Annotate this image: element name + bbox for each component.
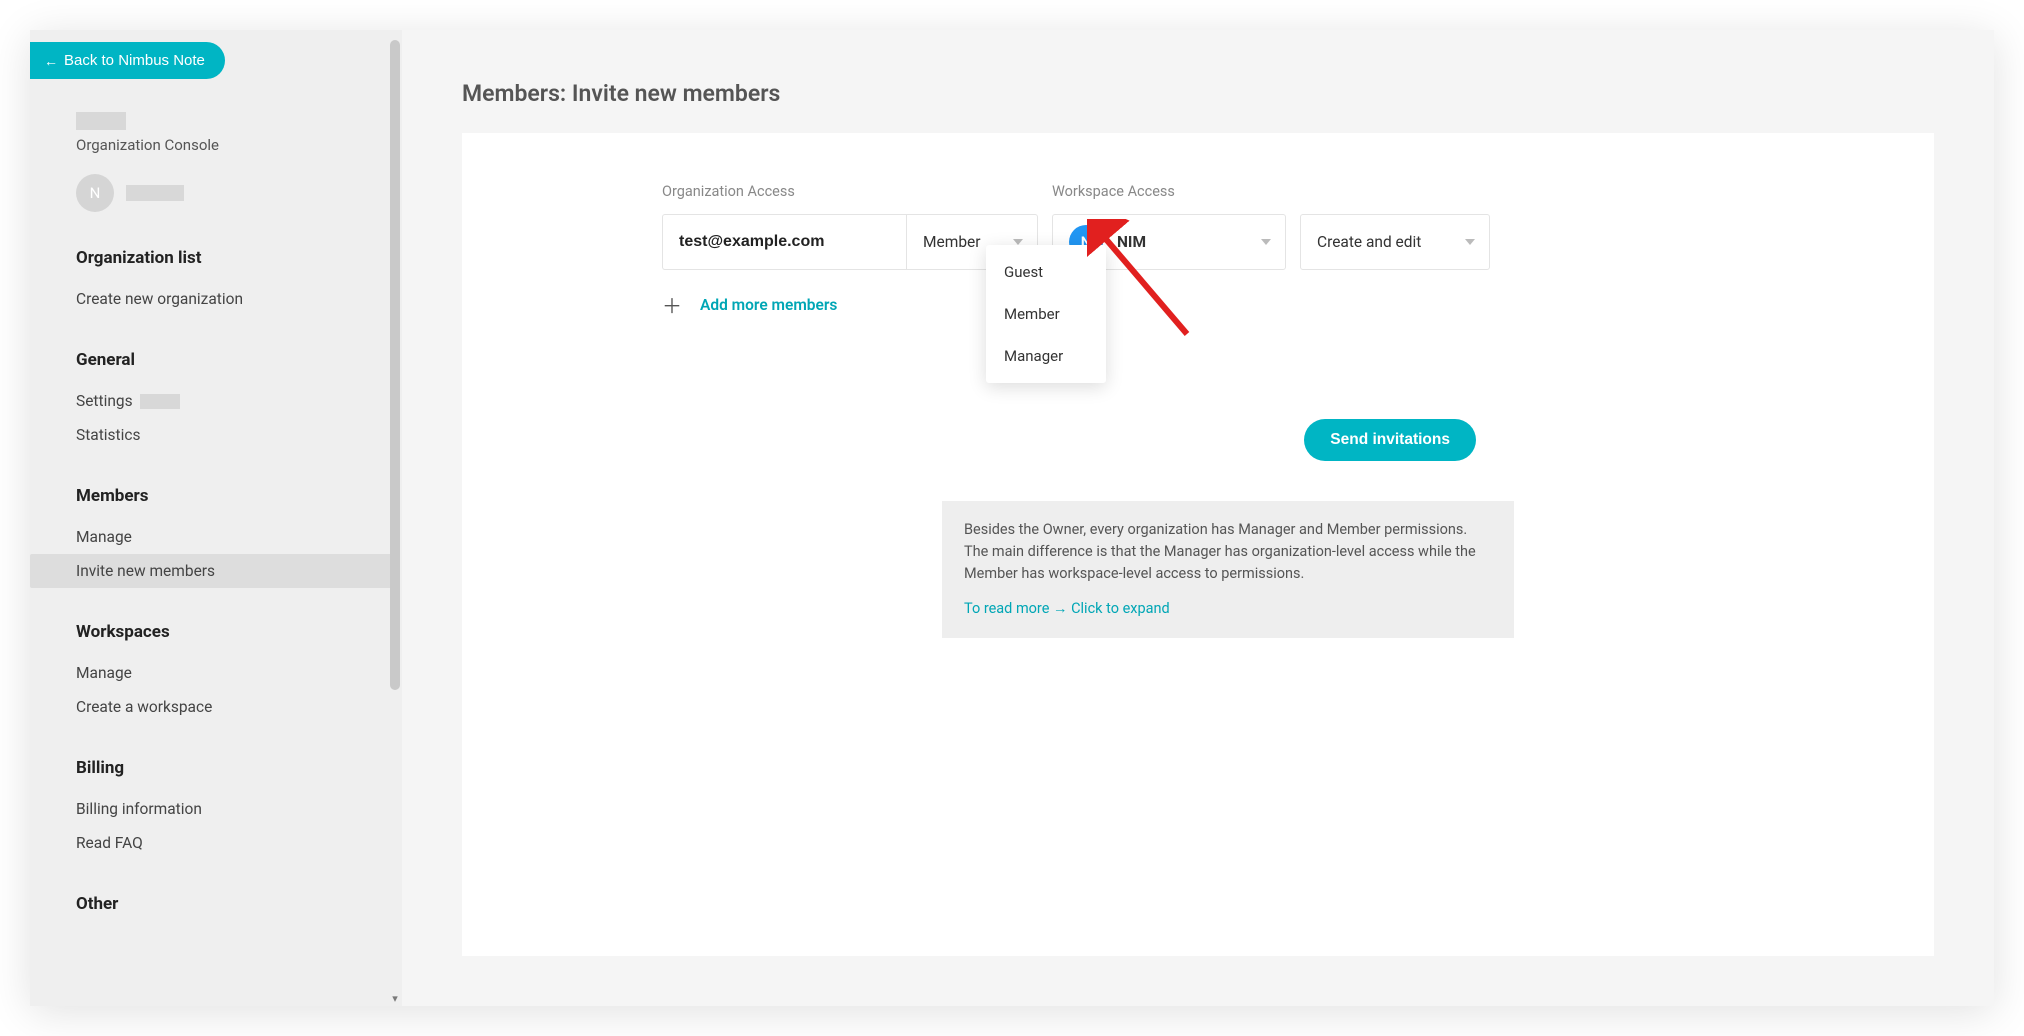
scrollbar-down-icon[interactable]: ▾ [390, 992, 400, 1002]
nav-section-workspaces: Workspaces Manage Create a workspace [76, 616, 402, 724]
nav-item-invite-members[interactable]: Invite new members [30, 554, 394, 588]
email-input[interactable] [662, 214, 906, 270]
org-block: Organization Console [76, 110, 402, 154]
arrow-left-icon: ← [44, 53, 58, 69]
nav-section-organization: Organization list Create new organizatio… [76, 242, 402, 316]
plus-icon: ＋ [662, 290, 682, 319]
org-access-column: Organization Access Member [662, 183, 1038, 270]
send-button-row: Send invitations [662, 419, 1476, 461]
ws-access-label: Workspace Access [1052, 183, 1490, 200]
nav-heading: Organization list [76, 242, 402, 274]
invite-card: Organization Access Member Workspace Acc… [462, 133, 1934, 956]
nav-item-create-workspace[interactable]: Create a workspace [72, 690, 368, 724]
permission-dropdown[interactable]: Create and edit [1300, 214, 1490, 270]
nav-item-billing-info[interactable]: Billing information [72, 792, 368, 826]
scrollbar-thumb[interactable] [390, 40, 400, 690]
app-window: ← Back to Nimbus Note Organization Conso… [30, 30, 1994, 1006]
add-more-members-button[interactable]: ＋ Add more members [662, 290, 1874, 319]
nav-section-billing: Billing Billing information Read FAQ [76, 752, 402, 860]
send-invitations-button[interactable]: Send invitations [1304, 419, 1476, 461]
user-block[interactable]: N [76, 174, 402, 212]
nav-heading: General [76, 344, 402, 376]
role-dropdown-menu: Guest Member Manager [986, 245, 1106, 383]
nav-item-label: Settings [76, 392, 133, 410]
nav-section-members: Members Manage Invite new members [76, 480, 402, 588]
page-title: Members: Invite new members [462, 80, 1934, 107]
chevron-down-icon [1465, 239, 1475, 245]
nav-item-read-faq[interactable]: Read FAQ [72, 826, 368, 860]
nav-section-other: Other [76, 888, 402, 920]
role-option-guest[interactable]: Guest [986, 251, 1106, 293]
chevron-down-icon [1261, 239, 1271, 245]
nav-heading: Billing [76, 752, 402, 784]
role-option-manager[interactable]: Manager [986, 335, 1106, 377]
sidebar: Organization Console N Organization list… [30, 30, 402, 1006]
nav-item-settings[interactable]: Settings [72, 384, 368, 418]
role-option-member[interactable]: Member [986, 293, 1106, 335]
invite-form-row: Organization Access Member Workspace Acc… [662, 183, 1874, 270]
nav-item-statistics[interactable]: Statistics [72, 418, 368, 452]
ws-access-column: Workspace Access N NIM Create and edit [1052, 183, 1490, 270]
org-access-label: Organization Access [662, 183, 1038, 200]
info-text: Besides the Owner, every organization ha… [964, 519, 1492, 584]
permission-selected-label: Create and edit [1317, 233, 1421, 251]
sidebar-scrollbar[interactable]: ▾ [388, 30, 402, 1006]
org-name-redacted [76, 112, 126, 130]
info-expand-link[interactable]: To read more → Click to expand [964, 598, 1492, 620]
nav-heading: Other [76, 888, 402, 920]
nav-item-create-organization[interactable]: Create new organization [72, 282, 368, 316]
permissions-info-box: Besides the Owner, every organization ha… [942, 501, 1514, 638]
org-console-label: Organization Console [76, 136, 402, 154]
nav-item-manage-members[interactable]: Manage [72, 520, 368, 554]
email-role-group: Member [662, 214, 1038, 270]
nav-item-manage-workspaces[interactable]: Manage [72, 656, 368, 690]
user-avatar: N [76, 174, 114, 212]
settings-redacted [140, 394, 180, 409]
back-button-label: Back to Nimbus Note [64, 52, 205, 69]
main-content: Members: Invite new members Organization… [402, 30, 1994, 1006]
nav-section-general: General Settings Statistics [76, 344, 402, 452]
nav-heading: Workspaces [76, 616, 402, 648]
workspace-name: NIM [1117, 233, 1261, 251]
user-name-redacted [126, 185, 184, 201]
add-more-label: Add more members [700, 296, 837, 314]
nav-heading: Members [76, 480, 402, 512]
role-selected-label: Member [923, 233, 981, 251]
back-to-nimbus-button[interactable]: ← Back to Nimbus Note [30, 42, 225, 79]
